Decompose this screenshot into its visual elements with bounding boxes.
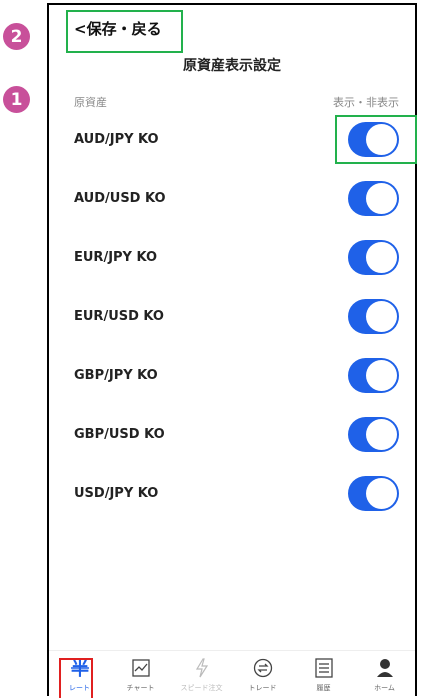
column-header-asset: 原資産	[74, 96, 107, 109]
visibility-toggle[interactable]	[348, 121, 399, 157]
annotation-marker-2: 2	[3, 23, 30, 50]
asset-row: EUR/JPY KO	[49, 237, 415, 277]
tab-label: トレード	[248, 684, 277, 692]
tab-home[interactable]: ホーム	[354, 651, 415, 698]
tab-rate[interactable]: 半 レート	[49, 651, 110, 698]
chart-icon	[131, 657, 150, 679]
history-icon	[314, 657, 333, 679]
asset-label: USD/JPY KO	[74, 485, 159, 501]
asset-row: GBP/JPY KO	[49, 355, 415, 395]
rate-icon: 半	[69, 657, 91, 679]
toggle-knob	[366, 418, 397, 450]
save-back-button[interactable]: <保存・戻る	[66, 10, 183, 53]
phone-screen: <保存・戻る 原資産表示設定 原資産 表示・非表示 AUD/JPY KO AUD…	[47, 3, 417, 698]
visibility-toggle[interactable]	[348, 239, 399, 275]
bottom-tab-bar: 半 レート チャート スピード注文 トレード 履歴 ホーム	[49, 650, 415, 698]
visibility-toggle[interactable]	[348, 298, 399, 334]
person-icon	[376, 657, 394, 679]
toggle-knob	[366, 477, 397, 509]
tab-history[interactable]: 履歴	[293, 651, 354, 698]
lightning-icon	[195, 657, 209, 679]
visibility-toggle[interactable]	[348, 416, 399, 452]
annotation-marker-1: 1	[3, 86, 30, 113]
asset-label: AUD/JPY KO	[74, 131, 159, 147]
toggle-knob	[366, 300, 397, 332]
save-back-label: <保存・戻る	[74, 20, 162, 38]
asset-label: GBP/JPY KO	[74, 367, 158, 383]
toggle-knob	[366, 123, 397, 155]
asset-row: EUR/USD KO	[49, 296, 415, 336]
tab-trade[interactable]: トレード	[232, 651, 293, 698]
visibility-toggle[interactable]	[348, 357, 399, 393]
column-header-visibility: 表示・非表示	[333, 96, 399, 109]
asset-row: AUD/USD KO	[49, 178, 415, 218]
tab-label: ホーム	[374, 684, 395, 692]
visibility-toggle[interactable]	[348, 475, 399, 511]
asset-label: EUR/JPY KO	[74, 249, 158, 265]
asset-row: AUD/JPY KO	[49, 119, 415, 159]
toggle-knob	[366, 182, 397, 214]
page-title: 原資産表示設定	[183, 58, 281, 74]
tab-label: チャート	[126, 684, 155, 692]
tab-label: スピード注文	[180, 684, 223, 692]
tab-label: 履歴	[316, 684, 331, 692]
toggle-knob	[366, 241, 397, 273]
tab-speed-order[interactable]: スピード注文	[171, 651, 232, 698]
asset-row: USD/JPY KO	[49, 473, 415, 513]
asset-row: GBP/USD KO	[49, 414, 415, 454]
tab-chart[interactable]: チャート	[110, 651, 171, 698]
asset-label: EUR/USD KO	[74, 308, 164, 324]
asset-label: AUD/USD KO	[74, 190, 166, 206]
asset-label: GBP/USD KO	[74, 426, 165, 442]
toggle-knob	[366, 359, 397, 391]
tab-label: レート	[69, 684, 90, 692]
trade-icon	[253, 657, 273, 679]
visibility-toggle[interactable]	[348, 180, 399, 216]
